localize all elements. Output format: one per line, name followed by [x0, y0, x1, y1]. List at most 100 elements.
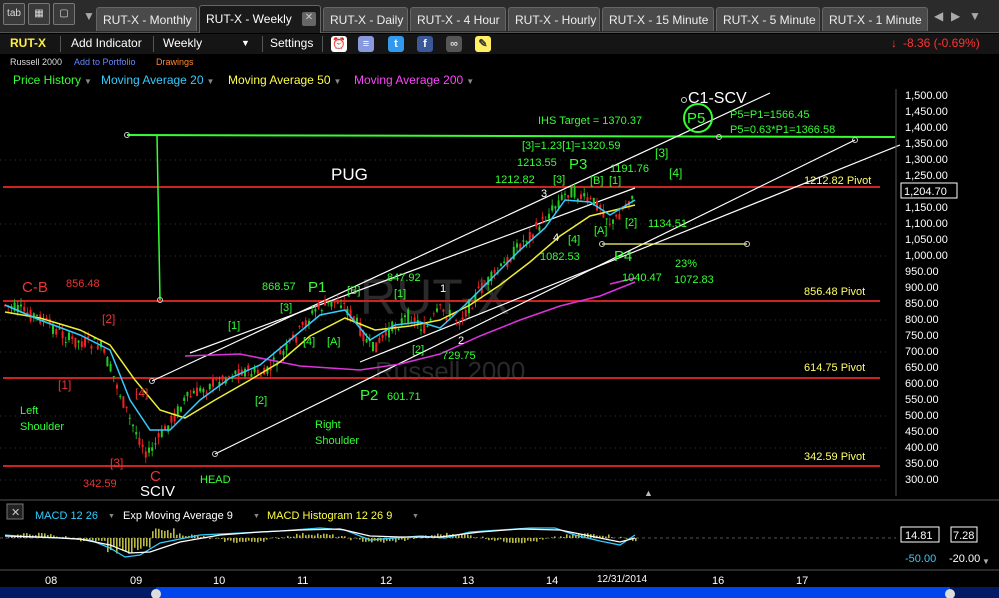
- annotation: [3]: [655, 146, 668, 160]
- add-portfolio-link[interactable]: Add to Portfolio: [74, 57, 136, 67]
- histogram-bar: [104, 538, 106, 541]
- histogram-bar: [635, 538, 637, 542]
- annotation: [2]: [255, 395, 267, 407]
- drawings-link[interactable]: Drawings: [156, 57, 194, 67]
- tab-monthly[interactable]: RUT-X - Monthly: [96, 7, 197, 31]
- candle-body: [560, 194, 563, 200]
- tab-5minute[interactable]: RUT-X - 5 Minute: [716, 7, 820, 31]
- candle-body: [90, 345, 93, 349]
- chevron-down-icon[interactable]: ▼: [241, 38, 250, 48]
- chevron-down-icon[interactable]: ▼: [969, 9, 981, 23]
- histogram-bar: [482, 536, 484, 538]
- histogram-bar: [98, 538, 100, 541]
- histogram-bar: [245, 538, 247, 542]
- candle-body: [455, 320, 458, 322]
- macd-ema-label[interactable]: Exp Moving Average 9: [123, 510, 233, 522]
- tab-menu-button[interactable]: tab: [3, 3, 25, 25]
- candle-body: [330, 300, 333, 307]
- scroll-marker-icon[interactable]: ▲: [644, 488, 653, 498]
- price-tick: 1,050.00: [905, 234, 948, 246]
- candle-body: [80, 341, 83, 348]
- chevron-down-icon[interactable]: ▼: [253, 513, 260, 520]
- indicator-price-history[interactable]: Price History ▼: [13, 73, 92, 87]
- histogram-bar: [476, 537, 478, 538]
- add-indicator-button[interactable]: Add Indicator: [71, 36, 142, 50]
- symbol-label[interactable]: RUT-X: [10, 36, 46, 50]
- candle-body: [141, 444, 144, 448]
- price-tick: 1,500.00: [905, 90, 948, 102]
- candle-body: [138, 437, 141, 445]
- histogram-bar: [122, 538, 124, 551]
- histogram-bar: [530, 538, 532, 542]
- timeframe-select[interactable]: Weekly: [163, 36, 202, 50]
- candle-body: [132, 424, 134, 427]
- price-tick: 1,250.00: [905, 170, 948, 182]
- indicator-ma20[interactable]: Moving Average 20 ▼: [101, 73, 214, 87]
- histogram-bar: [521, 538, 523, 544]
- annotation: C: [150, 468, 161, 485]
- candle-body: [183, 397, 186, 401]
- macd-label[interactable]: MACD 12 26: [35, 510, 98, 522]
- candle-body: [442, 309, 445, 312]
- settings-button[interactable]: Settings: [270, 36, 313, 50]
- twitter-icon[interactable]: t: [388, 36, 404, 52]
- price-chart[interactable]: RUT-X Russell 2000 IHS Target = 1370.37 …: [0, 89, 999, 598]
- annotation: 847.92: [387, 272, 421, 284]
- histogram-bar: [473, 537, 475, 538]
- histogram-bar: [266, 538, 268, 540]
- indicator-ma50[interactable]: Moving Average 50 ▼: [228, 73, 341, 87]
- indicator-ma200[interactable]: Moving Average 200 ▼: [354, 73, 474, 87]
- candle-body: [324, 300, 326, 306]
- time-tick: 14: [546, 575, 558, 587]
- chevron-left-icon[interactable]: ◀: [934, 9, 943, 23]
- chevron-down-icon[interactable]: ▼: [982, 557, 990, 566]
- price-axis[interactable]: 1,500.00 1,450.00 1,400.00 1,350.00 1,300.00…: [905, 90, 948, 486]
- window-icon[interactable]: ▢: [53, 3, 75, 25]
- alarm-clock-icon[interactable]: ⏰: [331, 36, 347, 52]
- annotation: P2: [360, 387, 378, 404]
- histogram-bar: [611, 537, 613, 538]
- tab-4hour[interactable]: RUT-X - 4 Hour: [410, 7, 506, 31]
- note-icon[interactable]: ✎: [475, 36, 491, 52]
- candle-body: [77, 340, 80, 343]
- tab-hourly[interactable]: RUT-X - Hourly: [508, 7, 600, 31]
- tab-weekly[interactable]: RUT-X - Weekly ✕: [199, 5, 321, 33]
- close-icon[interactable]: ✕: [302, 12, 316, 26]
- facebook-icon[interactable]: f: [417, 36, 433, 52]
- annotation: IHS Target = 1370.37: [538, 115, 642, 127]
- chevron-down-icon[interactable]: ▼: [83, 9, 95, 23]
- tab-daily[interactable]: RUT-X - Daily: [323, 7, 408, 31]
- chevron-down-icon[interactable]: ▼: [334, 77, 342, 86]
- chevron-down-icon[interactable]: ▼: [84, 77, 92, 86]
- tab-15minute[interactable]: RUT-X - 15 Minute: [602, 7, 714, 31]
- macd-signal-line: [4, 528, 636, 554]
- chevron-down-icon[interactable]: ▼: [412, 513, 419, 520]
- scrollbar-thumb[interactable]: [156, 587, 950, 598]
- chevron-down-icon[interactable]: ▼: [207, 77, 215, 86]
- candle-body: [548, 213, 550, 219]
- candle-body: [458, 322, 461, 325]
- annotation: 1212.82: [495, 174, 535, 186]
- price-tick: 750.00: [905, 330, 939, 342]
- grid-icon[interactable]: ▦: [28, 3, 50, 25]
- candle-body: [535, 222, 538, 227]
- price-tick: 1,350.00: [905, 138, 948, 150]
- close-icon[interactable]: ✕: [11, 507, 20, 519]
- red-annotations: C-B 856.48 [2] [1] [4] [3] 342.59 C: [22, 278, 161, 490]
- binoculars-icon[interactable]: ∞: [446, 36, 462, 52]
- chevron-down-icon[interactable]: ▼: [108, 513, 115, 520]
- chevron-right-icon[interactable]: ▶: [951, 9, 960, 23]
- candle-body: [199, 387, 202, 392]
- candle-body: [55, 329, 58, 335]
- candle-body: [564, 193, 566, 195]
- annotation: P5=P1=1566.45: [730, 109, 810, 121]
- candle-body: [279, 350, 282, 355]
- candle-body: [567, 195, 570, 198]
- tab-1minute[interactable]: RUT-X - 1 Minute: [822, 7, 928, 31]
- chevron-down-icon[interactable]: ▼: [466, 77, 474, 86]
- macd-histogram-label[interactable]: MACD Histogram 12 26 9: [267, 510, 392, 522]
- stack-icon[interactable]: ≡: [358, 36, 374, 52]
- annotation: [1]: [58, 378, 71, 392]
- annotation: 23%: [675, 258, 697, 270]
- price-tick: 550.00: [905, 394, 939, 406]
